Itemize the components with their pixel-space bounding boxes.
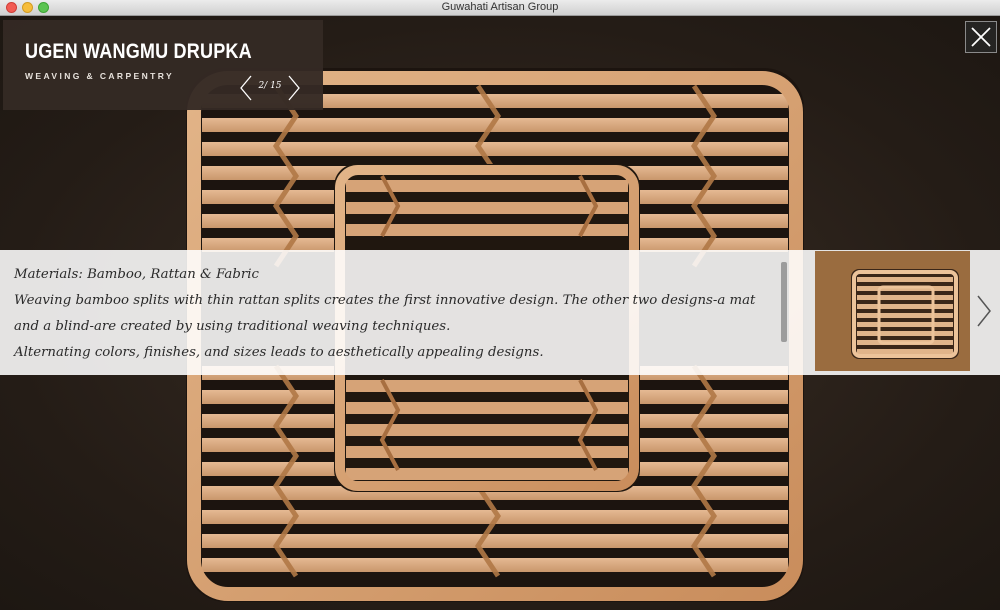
title-bar: Guwahati Artisan Group xyxy=(0,0,1000,16)
gallery-stage: UGEN WANGMU DRUPKA WEAVING & CARPENTRY 2… xyxy=(0,16,1000,610)
chevron-right-icon xyxy=(288,75,300,101)
chevron-right-icon xyxy=(977,295,991,327)
chevron-left-icon xyxy=(240,75,252,101)
caption-panel: Materials: Bamboo, Rattan & Fabric Weavi… xyxy=(0,250,1000,375)
close-icon xyxy=(971,27,991,47)
thumbnail-next-button[interactable] xyxy=(976,294,992,328)
app-window: Guwahati Artisan Group UGEN WANGMU DRUPK… xyxy=(0,0,1000,610)
caption-scrollbar[interactable] xyxy=(781,262,787,342)
close-button[interactable] xyxy=(965,21,997,53)
next-button[interactable] xyxy=(287,74,301,102)
previous-button[interactable] xyxy=(239,74,253,102)
description-line: Weaving bamboo splits with thin rattan s… xyxy=(14,293,756,334)
artist-craft: WEAVING & CARPENTRY xyxy=(25,71,175,81)
artist-header: UGEN WANGMU DRUPKA WEAVING & CARPENTRY 2… xyxy=(3,20,323,110)
window-title: Guwahati Artisan Group xyxy=(441,1,559,13)
next-image-thumbnail[interactable] xyxy=(815,251,970,371)
image-counter: 2/ 15 xyxy=(258,81,282,91)
thumbnail-image xyxy=(815,251,970,371)
materials-line: Materials: Bamboo, Rattan & Fabric xyxy=(14,267,259,282)
caption-text: Materials: Bamboo, Rattan & Fabric Weavi… xyxy=(14,262,779,366)
artist-name: UGEN WANGMU DRUPKA xyxy=(25,40,252,63)
design-note-line: Alternating colors, finishes, and sizes … xyxy=(14,345,544,360)
